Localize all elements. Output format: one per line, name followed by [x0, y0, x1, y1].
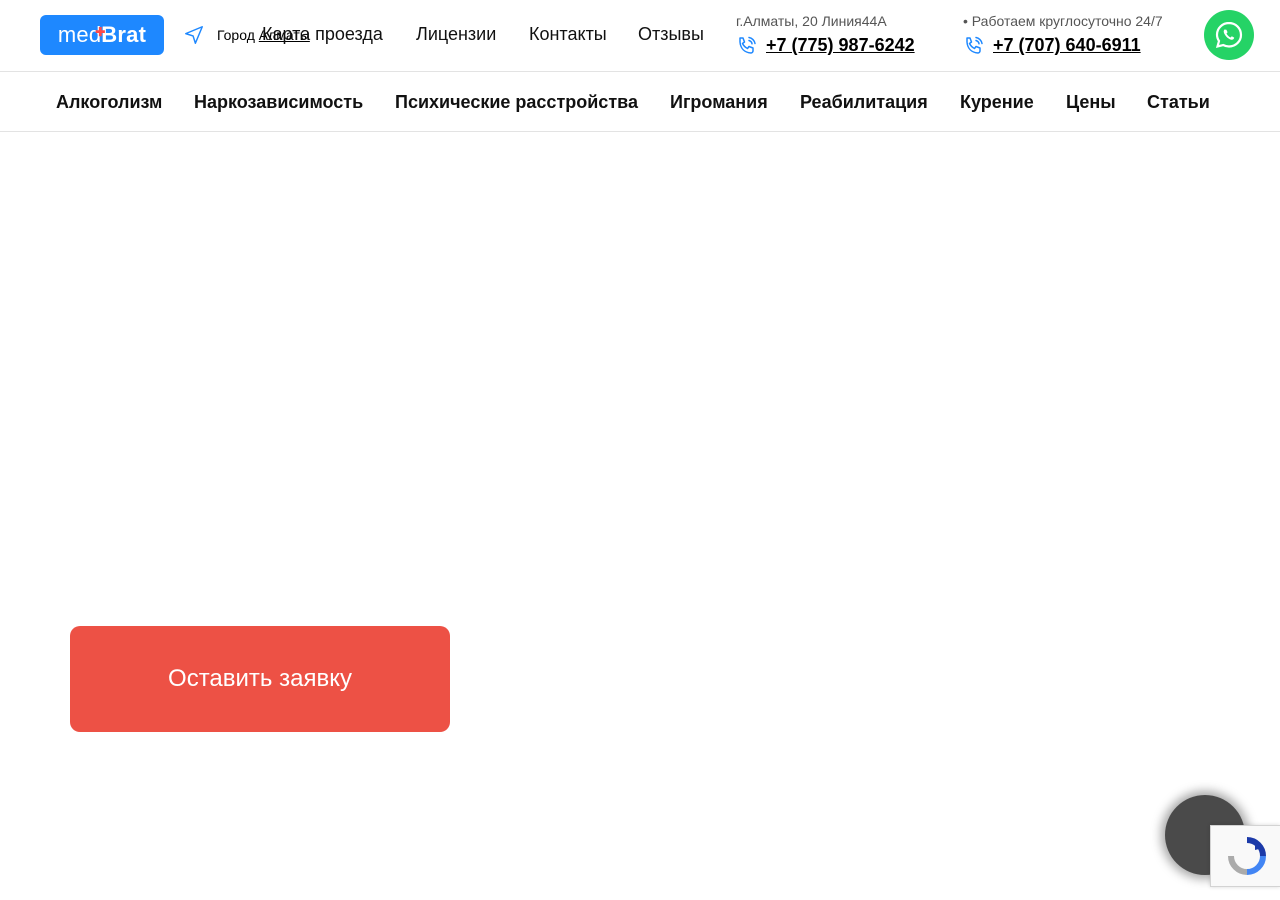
recaptcha-icon [1228, 837, 1266, 875]
whatsapp-button[interactable] [1204, 10, 1254, 60]
submit-request-button[interactable]: Оставить заявку [70, 626, 450, 732]
menu-item-articles[interactable]: Статьи [1147, 92, 1210, 113]
address-text: г.Алматы, 20 Линия44А [736, 13, 887, 29]
top-header: med ✚ Brat Город Алматы Карта проезда Лиц… [0, 0, 1280, 72]
phone-link-2[interactable]: +7 (707) 640-6911 [993, 35, 1141, 56]
nav-link-licenses[interactable]: Лицензии [416, 24, 496, 45]
main-menu: Алкоголизм Наркозависимость Психические … [0, 72, 1280, 132]
menu-item-prices[interactable]: Цены [1066, 92, 1116, 113]
logo-cross-icon: ✚ [95, 25, 106, 39]
menu-item-drug-addiction[interactable]: Наркозависимость [194, 92, 363, 113]
logo-text-brat: ✚ Brat [95, 22, 147, 47]
menu-item-rehabilitation[interactable]: Реабилитация [800, 92, 928, 113]
whatsapp-icon [1215, 21, 1243, 49]
menu-item-smoking[interactable]: Курение [960, 92, 1034, 113]
recaptcha-badge[interactable] [1210, 825, 1280, 887]
site-logo[interactable]: med ✚ Brat [40, 15, 164, 55]
nav-link-map[interactable]: Карта проезда [262, 24, 383, 45]
phone-ringing-icon [962, 34, 986, 58]
navigation-arrow-icon[interactable] [183, 24, 205, 46]
nav-link-reviews[interactable]: Отзывы [638, 24, 704, 45]
menu-item-mental-disorders[interactable]: Психические расстройства [395, 92, 638, 113]
menu-item-alcoholism[interactable]: Алкоголизм [56, 92, 162, 113]
nav-link-contacts[interactable]: Контакты [529, 24, 607, 45]
menu-item-gambling[interactable]: Игромания [670, 92, 768, 113]
phone-ringing-icon [735, 34, 759, 58]
city-prefix: Город [217, 27, 255, 43]
working-hours-text: • Работаем круглосуточно 24/7 [963, 13, 1163, 29]
phone-link-1[interactable]: +7 (775) 987-6242 [766, 35, 915, 56]
